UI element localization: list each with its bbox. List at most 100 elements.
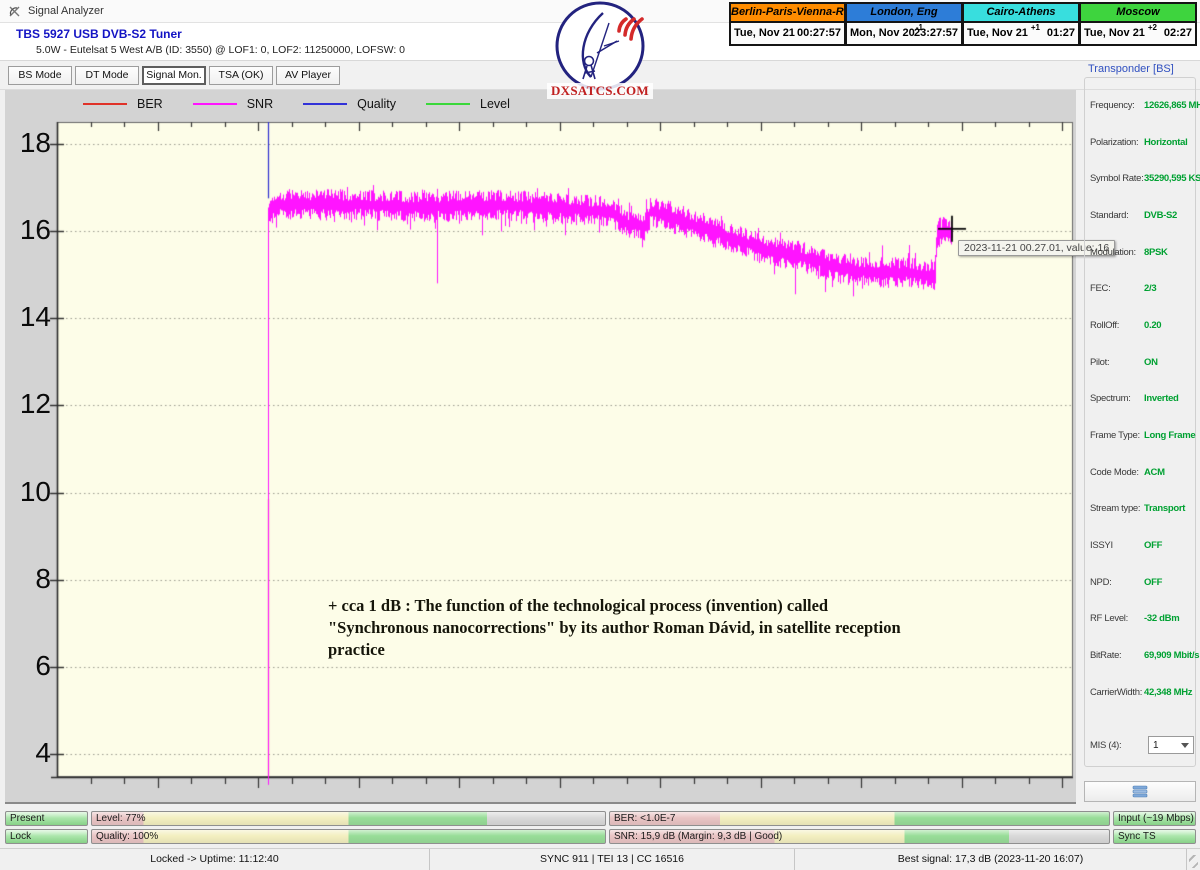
- transponder-label: Polarization:: [1090, 137, 1144, 148]
- y-axis-label: 16: [7, 214, 51, 246]
- clock-city-header: London, Eng: [847, 4, 961, 23]
- transponder-label: Spectrum:: [1090, 393, 1144, 404]
- clock-column: London, EngMon, Nov 20-123:27:57: [846, 2, 963, 46]
- transponder-value: Horizontal: [1144, 137, 1187, 148]
- clock-time: 23:27:57: [914, 27, 958, 39]
- clock-date: Tue, Nov 21: [734, 27, 795, 39]
- transponder-value: Long Frame: [1144, 430, 1195, 441]
- tuner-subtitle: 5.0W - Eutelsat 5 West A/B (ID: 3550) @ …: [36, 44, 405, 56]
- legend-label: BER: [137, 97, 163, 111]
- transponder-row: Symbol Rate:35290,595 KS/s: [1085, 160, 1195, 197]
- transponder-value: Transport: [1144, 503, 1185, 514]
- tab-tsa-ok[interactable]: TSA (OK): [209, 66, 273, 85]
- clock-body: Tue, Nov 21+2 02:27: [1081, 23, 1195, 44]
- transponder-title: Transponder [BS]: [1088, 63, 1174, 75]
- legend-line: [303, 103, 347, 105]
- transponder-value: 69,909 Mbit/s: [1144, 650, 1199, 661]
- clock-utc-offset: +1: [1031, 23, 1040, 32]
- tab-signal-mon[interactable]: Signal Mon.: [142, 66, 206, 85]
- clock-date: Mon, Nov 20: [850, 27, 915, 39]
- transponder-row: RollOff:0.20: [1085, 307, 1195, 344]
- y-axis-label: 4: [7, 737, 51, 769]
- transponder-label: FEC:: [1090, 283, 1144, 294]
- transponder-row: Modulation:8PSK: [1085, 234, 1195, 271]
- transponder-row: RF Level:-32 dBm: [1085, 601, 1195, 638]
- logo-text: DXSATCS.COM: [547, 83, 653, 99]
- clock-body: Tue, Nov 2100:27:57: [731, 23, 844, 44]
- transponder-value: Inverted: [1144, 393, 1179, 404]
- annotation-line: + cca 1 dB : The function of the technol…: [328, 595, 1028, 617]
- signal-chart-canvas[interactable]: [5, 90, 1076, 802]
- annotation-line: "Synchronous nanocorrections" by its aut…: [328, 617, 1028, 639]
- clock-utc-offset: +2: [1148, 23, 1157, 32]
- transponder-row: BitRate:69,909 Mbit/s: [1085, 637, 1195, 674]
- transponder-row: Stream type:Transport: [1085, 491, 1195, 528]
- status-uptime: Locked -> Uptime: 11:12:40: [0, 849, 430, 870]
- tab-dt-mode[interactable]: DT Mode: [75, 66, 139, 85]
- transponder-label: Stream type:: [1090, 503, 1144, 514]
- transponder-label: RF Level:: [1090, 613, 1144, 624]
- chevron-down-icon: [1181, 743, 1189, 748]
- clock-body: Mon, Nov 20-123:27:57: [847, 23, 961, 44]
- transponder-value: ACM: [1144, 467, 1165, 478]
- y-axis-label: 8: [7, 563, 51, 595]
- ber-bar: BER: <1.0E-7: [609, 811, 1110, 826]
- clock-body: Tue, Nov 21+101:27: [964, 23, 1078, 44]
- signal-monitor-panel: BERSNRQualityLevel 1816141210864 + cca 1…: [5, 90, 1076, 804]
- transponder-list-button[interactable]: [1084, 781, 1196, 802]
- legend-label: Quality: [357, 97, 396, 111]
- clock-time: 01:27: [1047, 27, 1075, 39]
- transponder-value: 0.20: [1144, 320, 1161, 331]
- transponder-label: ISSYI: [1090, 540, 1144, 551]
- list-icon: [1131, 785, 1149, 798]
- signal-indicator-bars: Present Lock Level: 77% Quality: 100% BE…: [0, 810, 1200, 847]
- world-clocks: Berlin-Paris-Vienna-RomaTue, Nov 2100:27…: [729, 2, 1199, 46]
- transponder-row: Spectrum:Inverted: [1085, 381, 1195, 418]
- transponder-row: Pilot:ON: [1085, 344, 1195, 381]
- clock-time: 00:27:57: [797, 27, 841, 39]
- legend-item-level: Level: [426, 97, 510, 111]
- transponder-value: 8PSK: [1144, 247, 1168, 258]
- clock-city-header: Moscow: [1081, 4, 1195, 23]
- mis-value: 1: [1153, 740, 1159, 751]
- status-best-signal: Best signal: 17,3 dB (2023-11-20 16:07): [795, 849, 1187, 870]
- transponder-value: 35290,595 KS/s: [1144, 173, 1200, 184]
- transponder-row: Code Mode:ACM: [1085, 454, 1195, 491]
- tuner-title: TBS 5927 USB DVB-S2 Tuner: [16, 27, 182, 41]
- transponder-label: Frame Type:: [1090, 430, 1144, 441]
- tab-bs-mode[interactable]: BS Mode: [8, 66, 72, 85]
- mis-label: MIS (4):: [1090, 740, 1144, 751]
- transponder-row: Frequency:12626,865 MHz: [1085, 87, 1195, 124]
- transponder-value: OFF: [1144, 540, 1162, 551]
- transponder-label: Frequency:: [1090, 100, 1144, 111]
- quality-bar: Quality: 100%: [91, 829, 606, 844]
- transponder-label: Standard:: [1090, 210, 1144, 221]
- y-axis-label: 14: [7, 301, 51, 333]
- legend-line: [193, 103, 237, 105]
- app-icon: [8, 5, 21, 18]
- chart-annotation: + cca 1 dB : The function of the technol…: [328, 595, 1028, 661]
- y-axis-label: 12: [7, 388, 51, 420]
- transponder-label: NPD:: [1090, 577, 1144, 588]
- level-bar: Level: 77%: [91, 811, 606, 826]
- clock-column: Cairo-AthensTue, Nov 21+101:27: [963, 2, 1080, 46]
- lock-indicator: Lock: [5, 829, 88, 844]
- statusbar: Locked -> Uptime: 11:12:40 SYNC 911 | TE…: [0, 848, 1200, 870]
- resize-grip[interactable]: [1189, 855, 1198, 868]
- legend-label: Level: [480, 97, 510, 111]
- clock-date: Tue, Nov 21: [1084, 27, 1145, 39]
- clock-column: Berlin-Paris-Vienna-RomaTue, Nov 2100:27…: [729, 2, 846, 46]
- tab-av-player[interactable]: AV Player: [276, 66, 340, 85]
- mis-select[interactable]: 1: [1148, 736, 1194, 754]
- status-sync-counters: SYNC 911 | TEI 13 | CC 16516: [430, 849, 795, 870]
- clock-time: 02:27: [1164, 27, 1192, 39]
- present-indicator: Present: [5, 811, 88, 826]
- clock-column: Moscow Tue, Nov 21+2 02:27: [1080, 2, 1197, 46]
- transponder-row: FEC:2/3: [1085, 270, 1195, 307]
- transponder-label: Symbol Rate:: [1090, 173, 1144, 184]
- chart-legend: BERSNRQualityLevel: [83, 95, 510, 113]
- transponder-label: CarrierWidth:: [1090, 687, 1144, 698]
- clock-city-header: Cairo-Athens: [964, 4, 1078, 23]
- transponder-label: RollOff:: [1090, 320, 1144, 331]
- transponder-row: Polarization:Horizontal: [1085, 124, 1195, 161]
